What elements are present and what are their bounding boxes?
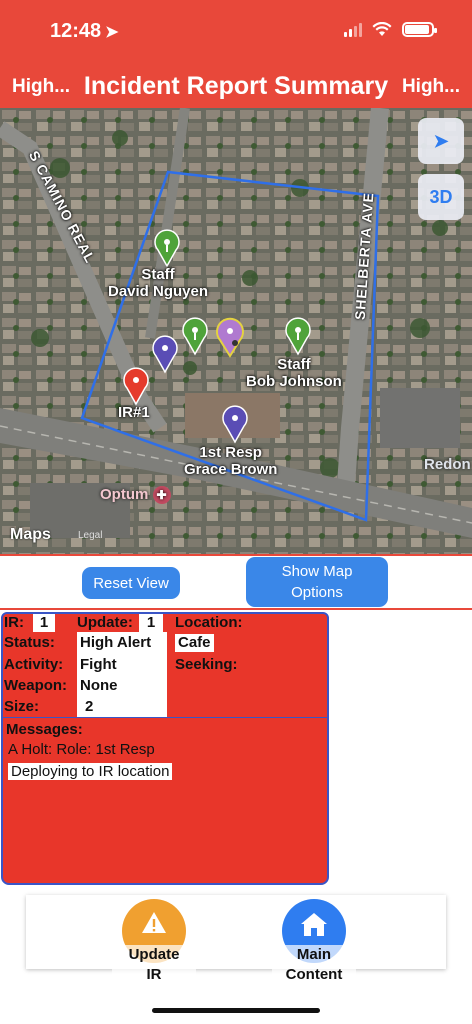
pin-name: Bob Johnson	[246, 373, 342, 390]
pin-role: IR#1	[118, 404, 150, 421]
cluster-pin-icon[interactable]	[213, 316, 247, 358]
main-content-tab[interactable]: Main Content	[272, 899, 356, 985]
home-indicator	[152, 1008, 320, 1013]
status-time: 12:48 ➤	[50, 20, 119, 43]
location-arrow-icon: ➤	[433, 130, 449, 151]
divider	[0, 554, 472, 556]
seeking-label: Seeking:	[175, 656, 238, 673]
pin-role: 1st Resp	[199, 444, 262, 461]
status-time-text: 12:48	[50, 20, 102, 42]
size-label: Size:	[4, 698, 40, 715]
pin-role: Staff	[141, 266, 175, 283]
tab-label-line2: IR	[146, 966, 162, 983]
pin-role: Staff	[277, 356, 311, 373]
messages-panel[interactable]: Messages: A Holt: Role: 1st Resp Deployi…	[1, 717, 329, 885]
incident-pin-icon[interactable]	[121, 366, 151, 406]
pin-name: Grace Brown	[184, 461, 278, 478]
warning-icon	[142, 912, 166, 933]
legal-link[interactable]: Legal	[78, 530, 102, 541]
staff-pin-icon[interactable]	[283, 316, 313, 356]
3d-toggle-button[interactable]: 3D	[418, 174, 464, 220]
app-header: 12:48 ➤ High... Incident Report Summary H…	[0, 0, 472, 108]
bottom-tab-bar: Update IR Main Content	[26, 895, 446, 985]
message-sender: A Holt: Role: 1st Resp	[8, 741, 155, 758]
maps-logo-text: Maps	[10, 526, 51, 543]
options-label-line1: Show Map	[281, 563, 353, 580]
weapon-label: Weapon:	[4, 677, 68, 694]
medical-icon: ✚	[152, 486, 171, 504]
poi-optum[interactable]: Optum ✚	[100, 486, 171, 504]
battery-icon	[402, 22, 437, 37]
message-body: Deploying to IR location	[8, 763, 173, 780]
pin-label-bob: Staff Bob Johnson	[246, 356, 342, 390]
poi-label-right: Redon	[424, 456, 471, 473]
tab-label-line2: Content	[285, 966, 343, 983]
tab-label-line1: Main	[296, 946, 332, 963]
pin-name: David Nguyen	[108, 283, 209, 300]
update-label: Update:	[77, 614, 133, 631]
location-label: Location:	[175, 614, 243, 631]
apple-maps-logo: Maps	[10, 526, 51, 544]
home-icon	[301, 913, 327, 936]
status-label: Status:	[4, 634, 55, 651]
divider	[0, 608, 472, 610]
messages-header: Messages:	[6, 721, 83, 738]
options-label-line2: Options	[291, 584, 343, 601]
update-value: 1	[139, 614, 163, 632]
update-ir-tab[interactable]: Update IR	[112, 899, 196, 985]
nav-right-button[interactable]: High...	[402, 76, 460, 98]
tab-label-line1: Update	[128, 946, 180, 963]
incident-info-panel: IR: 1 Update: 1 Location: Cafe Seeking: …	[1, 612, 329, 718]
staff-pin-icon[interactable]	[180, 316, 210, 356]
ir-value: 1	[33, 614, 55, 632]
wifi-icon	[372, 22, 392, 36]
pin-label-ir: IR#1	[118, 404, 150, 421]
location-value: Cafe	[175, 634, 214, 652]
poi-optum-label: Optum	[100, 486, 149, 503]
responder-pin-icon[interactable]	[150, 334, 180, 374]
locate-button[interactable]: ➤	[418, 118, 464, 164]
ir-label: IR:	[4, 614, 24, 631]
staff-pin-icon[interactable]	[152, 228, 182, 268]
weapon-value: None	[80, 677, 118, 694]
show-map-options-button[interactable]: Show Map Options	[246, 557, 388, 607]
reset-view-button[interactable]: Reset View	[82, 567, 180, 599]
activity-label: Activity:	[4, 656, 64, 673]
tab-label: Main Content	[272, 945, 356, 985]
incident-map[interactable]: ➤ 3D S CAMINO REAL SHELBERTA AVE Staff D…	[0, 108, 472, 554]
status-icons	[344, 22, 437, 37]
pin-label-david: Staff David Nguyen	[108, 266, 208, 300]
pin-label-grace: 1st Resp Grace Brown	[184, 444, 277, 478]
tab-label: Update IR	[112, 945, 196, 985]
responder-pin-icon[interactable]	[220, 404, 250, 444]
location-arrow-icon: ➤	[105, 24, 119, 41]
signal-icon	[344, 22, 362, 37]
status-value: High Alert	[80, 634, 152, 651]
size-value: 2	[85, 698, 94, 715]
activity-value: Fight	[80, 656, 117, 673]
